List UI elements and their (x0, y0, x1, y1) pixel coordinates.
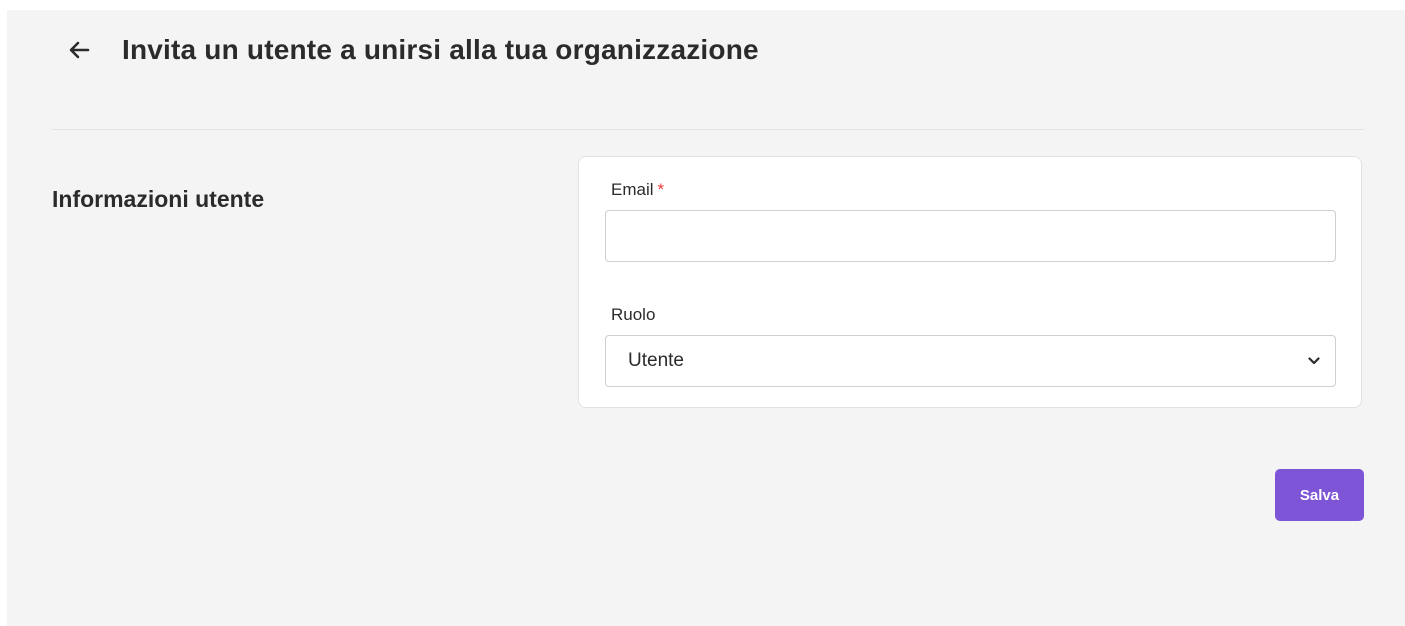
section-title: Informazioni utente (52, 186, 265, 212)
role-selected-value: Utente (628, 350, 684, 371)
page-header: Invita un utente a unirsi alla tua organ… (62, 28, 759, 72)
chevron-down-icon (1307, 354, 1321, 368)
email-label-text: Email (611, 180, 654, 199)
back-button[interactable] (62, 33, 96, 67)
header-divider (52, 129, 1364, 130)
save-button[interactable]: Salva (1275, 469, 1364, 521)
email-field[interactable] (605, 210, 1336, 262)
role-select[interactable]: Utente (605, 335, 1336, 387)
user-info-card: Email * Ruolo Utente (578, 156, 1362, 408)
arrow-left-icon (69, 41, 90, 59)
page-title: Invita un utente a unirsi alla tua organ… (122, 34, 759, 65)
role-label: Ruolo (611, 305, 656, 324)
email-label: Email * (611, 180, 664, 200)
required-marker: * (657, 180, 665, 199)
